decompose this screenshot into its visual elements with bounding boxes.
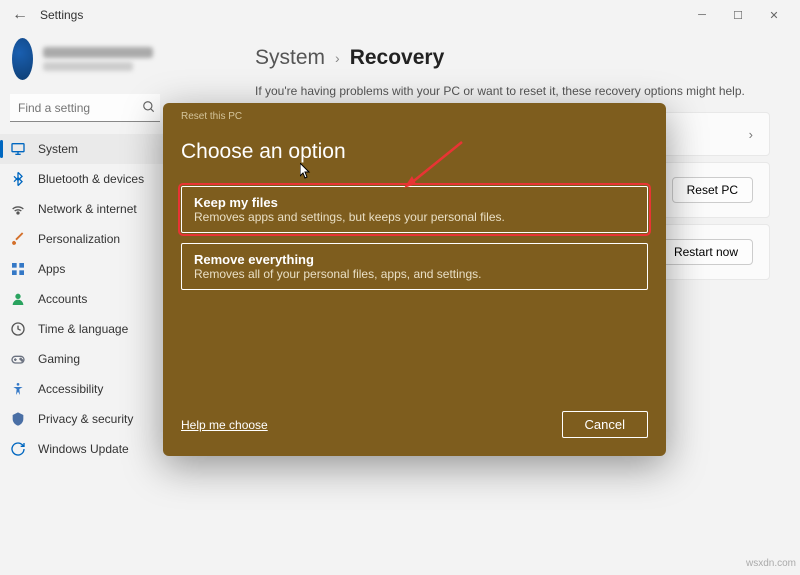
annotation-arrow-icon	[400, 138, 470, 198]
breadcrumb-current: Recovery	[350, 46, 445, 70]
gaming-icon	[10, 351, 26, 367]
sidebar-item-label: Apps	[38, 262, 65, 276]
search-input[interactable]	[10, 94, 160, 122]
brush-icon	[10, 231, 26, 247]
breadcrumb-parent[interactable]: System	[255, 46, 325, 70]
sidebar-item-label: Time & language	[38, 322, 128, 336]
sidebar-item-label: Windows Update	[38, 442, 129, 456]
search-icon	[142, 100, 149, 119]
option-desc: Removes all of your personal files, apps…	[194, 267, 635, 281]
accessibility-icon	[10, 381, 26, 397]
avatar	[12, 38, 33, 80]
breadcrumb: System › Recovery	[255, 46, 770, 70]
sidebar-item-bluetooth-devices[interactable]: Bluetooth & devices	[0, 164, 165, 194]
search-wrap	[10, 94, 155, 122]
option-title: Remove everything	[194, 252, 635, 267]
chevron-right-icon: ›	[749, 127, 753, 142]
sidebar-item-label: Personalization	[38, 232, 120, 246]
sidebar-item-personalization[interactable]: Personalization	[0, 224, 165, 254]
sidebar-item-label: Accounts	[38, 292, 87, 306]
person-icon	[10, 291, 26, 307]
sidebar: System Bluetooth & devices Network & inter…	[0, 30, 165, 575]
sidebar-item-accounts[interactable]: Accounts	[0, 284, 165, 314]
sidebar-item-label: Accessibility	[38, 382, 103, 396]
app-title: Settings	[40, 8, 83, 22]
sidebar-item-system[interactable]: System	[0, 134, 165, 164]
sidebar-item-label: Gaming	[38, 352, 80, 366]
profile-email	[43, 62, 133, 71]
sidebar-item-apps[interactable]: Apps	[0, 254, 165, 284]
chevron-right-icon: ›	[335, 50, 340, 66]
apps-icon	[10, 261, 26, 277]
sidebar-item-time-language[interactable]: Time & language	[0, 314, 165, 344]
back-button[interactable]: ←	[8, 3, 32, 27]
sidebar-item-label: Network & internet	[38, 202, 137, 216]
page-subtitle: If you're having problems with your PC o…	[255, 84, 770, 98]
minimize-button[interactable]: ─	[684, 3, 720, 27]
sidebar-item-privacy-security[interactable]: Privacy & security	[0, 404, 165, 434]
dialog-header: Reset this PC	[181, 109, 648, 122]
sidebar-item-network-internet[interactable]: Network & internet	[0, 194, 165, 224]
clock-icon	[10, 321, 26, 337]
sidebar-item-accessibility[interactable]: Accessibility	[0, 374, 165, 404]
sidebar-item-label: System	[38, 142, 78, 156]
maximize-button[interactable]: ☐	[720, 3, 756, 27]
sidebar-item-label: Bluetooth & devices	[38, 172, 144, 186]
reset-option-remove-everything[interactable]: Remove everythingRemoves all of your per…	[181, 243, 648, 290]
profile[interactable]	[0, 30, 165, 88]
close-button[interactable]: ✕	[756, 3, 792, 27]
titlebar: ← Settings ─ ☐ ✕	[0, 0, 800, 30]
nav-list: System Bluetooth & devices Network & inter…	[0, 134, 165, 464]
help-me-choose-link[interactable]: Help me choose	[181, 418, 268, 432]
bluetooth-icon	[10, 171, 26, 187]
option-desc: Removes apps and settings, but keeps you…	[194, 210, 635, 224]
sidebar-item-label: Privacy & security	[38, 412, 133, 426]
profile-name	[43, 47, 153, 58]
watermark: wsxdn.com	[746, 558, 796, 569]
cancel-button[interactable]: Cancel	[562, 411, 648, 438]
sidebar-item-gaming[interactable]: Gaming	[0, 344, 165, 374]
wifi-icon	[10, 201, 26, 217]
sidebar-item-windows-update[interactable]: Windows Update	[0, 434, 165, 464]
display-icon	[10, 141, 26, 157]
reset-pc-button[interactable]: Reset PC	[672, 177, 753, 203]
shield-icon	[10, 411, 26, 427]
cursor-icon	[300, 163, 312, 184]
update-icon	[10, 441, 26, 457]
restart-now-button[interactable]: Restart now	[659, 239, 753, 265]
